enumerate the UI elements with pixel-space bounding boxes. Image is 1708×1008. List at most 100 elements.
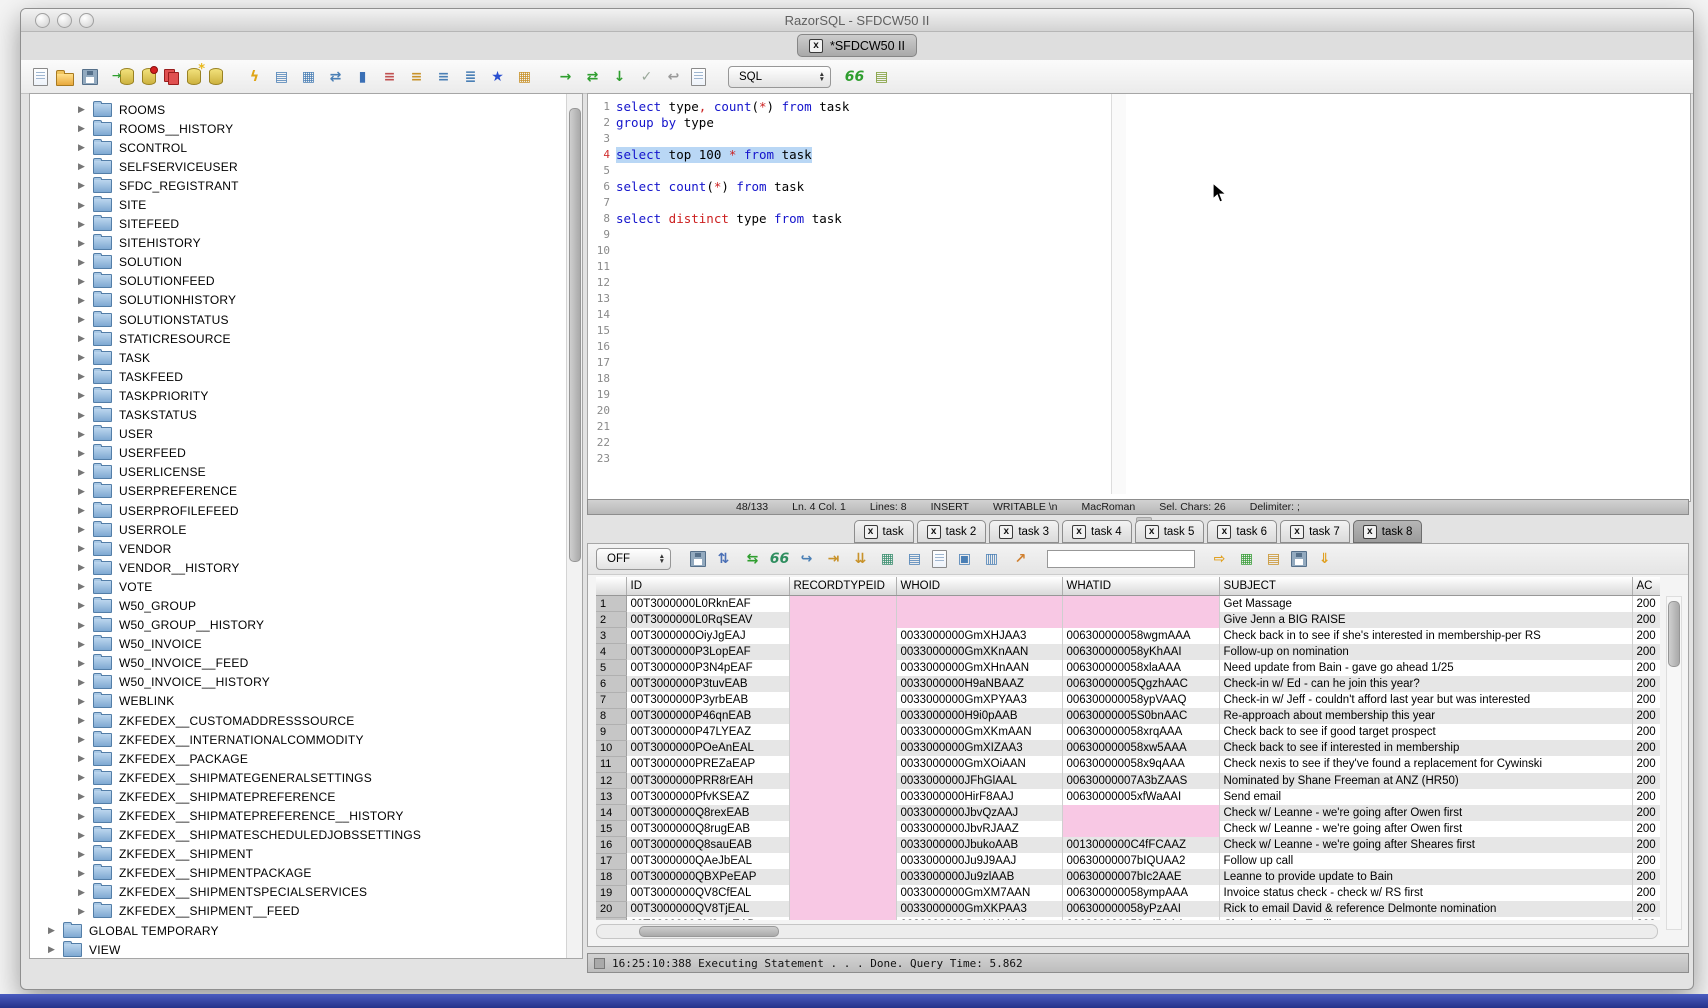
data-cell[interactable]: 006300000058yPzAAI [1062,901,1219,917]
disclosure-triangle-icon[interactable]: ▶ [78,868,93,879]
data-cell[interactable]: Follow up call [1219,853,1632,869]
column-header-RECORDTYPEID[interactable]: RECORDTYPEID [789,577,896,596]
data-cell[interactable]: 200 [1632,756,1660,772]
data-cell[interactable]: 00T3000000L0RknEAF [626,596,789,612]
disclosure-triangle-icon[interactable]: ▶ [78,161,93,172]
disclosure-triangle-icon[interactable]: ▶ [78,410,93,421]
sidebar-item-solutionstatus[interactable]: ▶SOLUTIONSTATUS [30,310,566,329]
data-cell[interactable]: Invoice status check - check w/ RS first [1219,885,1632,901]
close-tab-icon[interactable]: x [864,525,878,539]
data-cell[interactable]: 00630000007bIc2AAE [1062,869,1219,885]
data-cell[interactable]: 006300000058xlaAAA [1062,660,1219,676]
sidebar-item-zkfedex-shipmatescheduledjobssettings[interactable]: ▶ZKFEDEX__SHIPMATESCHEDULEDJOBSSETTINGS [30,826,566,845]
data-cell[interactable]: Check w/ Leanne - we're going after Shea… [1219,837,1632,853]
format-sql-icon[interactable]: ≣ [461,67,480,86]
data-cell[interactable]: 200 [1632,789,1660,805]
column-header-ID[interactable]: ID [626,577,789,596]
row-number-cell[interactable]: 21 [596,917,626,920]
data-cell[interactable]: 0013000000C4fFCAAZ [1062,837,1219,853]
sidebar-item-w50-group[interactable]: ▶W50_GROUP [30,596,566,615]
edit-mode-icon[interactable]: ↪ [797,550,816,569]
sidebar-item-zkfedex-shipmentspecialservices[interactable]: ▶ZKFEDEX__SHIPMENTSPECIALSERVICES [30,883,566,902]
sidebar-item-zkfedex-shipmentpackage[interactable]: ▶ZKFEDEX__SHIPMENTPACKAGE [30,864,566,883]
sidebar-item-weblink[interactable]: ▶WEBLINK [30,692,566,711]
null-cell[interactable] [789,853,896,869]
null-cell[interactable] [789,692,896,708]
sidebar-item-userfeed[interactable]: ▶USERFEED [30,444,566,463]
disclosure-triangle-icon[interactable]: ▶ [78,314,93,325]
disclosure-triangle-icon[interactable]: ▶ [78,505,93,516]
sidebar-item-solutionhistory[interactable]: ▶SOLUTIONHISTORY [30,291,566,310]
row-number-cell[interactable]: 13 [596,789,626,805]
data-cell[interactable]: 00T3000000OiyJgEAJ [626,628,789,644]
result-tab-task[interactable]: xtask [854,520,914,543]
sql-editor[interactable]: 1select type, count(*) from task2group b… [587,93,1691,502]
fetch-more-icon[interactable]: ↓ [610,67,629,86]
null-cell[interactable] [896,596,1062,612]
row-number-cell[interactable]: 4 [596,644,626,660]
disclosure-triangle-icon[interactable]: ▶ [78,333,93,344]
close-tab-icon[interactable]: x [1217,525,1231,539]
null-cell[interactable] [789,901,896,917]
data-cell[interactable]: 00T3000000P3yrbEAB [626,692,789,708]
sidebar-item-solution[interactable]: ▶SOLUTION [30,253,566,272]
null-cell[interactable] [1062,805,1219,821]
sidebar-item-w50-group-history[interactable]: ▶W50_GROUP__HISTORY [30,616,566,635]
tree-scrollbar[interactable] [566,94,582,958]
disclosure-triangle-icon[interactable]: ▶ [78,295,93,306]
data-cell[interactable]: 200 [1632,644,1660,660]
data-cell[interactable]: Check w/ Leanne - we're going after Owen… [1219,805,1632,821]
disclosure-triangle-icon[interactable]: ▶ [78,677,93,688]
row-number-cell[interactable]: 8 [596,708,626,724]
sidebar-item-w50-invoice[interactable]: ▶W50_INVOICE [30,635,566,654]
null-cell[interactable] [789,724,896,740]
data-cell[interactable]: 00T3000000QV8wsEAD [626,917,789,920]
data-cell[interactable]: 0033000000Ju9zlAAB [896,869,1062,885]
close-connection-icon[interactable]: x [809,39,823,53]
reload-grid-icon[interactable]: ▦ [878,550,897,569]
sort-rows-icon[interactable]: ⇊ [851,550,870,569]
close-tab-icon[interactable]: x [1145,525,1159,539]
data-cell[interactable]: Check nexis to see if they've found a re… [1219,756,1632,772]
sidebar-item-zkfedex-internationalcommodity[interactable]: ▶ZKFEDEX__INTERNATIONALCOMMODITY [30,730,566,749]
disclosure-triangle-icon[interactable]: ▶ [78,524,93,535]
data-cell[interactable]: Nominated by Shane Freeman at ANZ (HR50) [1219,773,1632,789]
disclosure-triangle-icon[interactable]: ▶ [78,734,93,745]
results-hscrollbar-thumb[interactable] [639,926,779,937]
sidebar-item-sitehistory[interactable]: ▶SITEHISTORY [30,234,566,253]
tree-scrollbar-thumb[interactable] [569,108,581,562]
disclosure-triangle-icon[interactable]: ▶ [78,811,93,822]
row-number-cell[interactable]: 11 [596,756,626,772]
sidebar-item-solutionfeed[interactable]: ▶SOLUTIONFEED [30,272,566,291]
data-cell[interactable]: Leanne to provide update to Bain [1219,869,1632,885]
export-download-icon[interactable]: ⇓ [1315,550,1334,569]
data-cell[interactable]: 0033000000GmXIZAA3 [896,740,1062,756]
close-tab-icon[interactable]: x [1290,525,1304,539]
data-cell[interactable]: 00T3000000QV8TjEAL [626,901,789,917]
row-number-cell[interactable]: 10 [596,740,626,756]
data-cell[interactable]: 0033000000Ju9J9AAJ [896,853,1062,869]
data-cell[interactable]: 00630000005QgzhAAC [1062,676,1219,692]
data-cell[interactable]: 00T3000000Q8rexEAB [626,805,789,821]
disclosure-triangle-icon[interactable]: ▶ [78,429,93,440]
data-cell[interactable]: Rick to email David & reference Delmonte… [1219,901,1632,917]
null-cell[interactable] [896,612,1062,628]
export-results-icon[interactable]: ≡ [407,67,426,86]
disclosure-triangle-icon[interactable]: ▶ [78,696,93,707]
result-tab-task-7[interactable]: xtask 7 [1280,520,1350,543]
open-file-icon[interactable] [56,73,74,86]
data-cell[interactable]: 00T3000000PRR8rEAH [626,773,789,789]
data-cell[interactable]: 0033000000GmXHJAA3 [896,628,1062,644]
data-cell[interactable]: 00T3000000QBXPeEAP [626,869,789,885]
sidebar-item-vendor-history[interactable]: ▶VENDOR__HISTORY [30,558,566,577]
editor-scrollbar[interactable] [1111,94,1126,494]
disclosure-triangle-icon[interactable]: ▶ [78,104,93,115]
view-contents-icon[interactable]: ≡ [380,67,399,86]
disclosure-triangle-icon[interactable]: ▶ [78,180,93,191]
execute-sql-icon[interactable]: ϟ [245,67,264,86]
sidebar-item-taskstatus[interactable]: ▶TASKSTATUS [30,406,566,425]
row-number-cell[interactable]: 20 [596,901,626,917]
sidebar-item-zkfedex-shipmategeneralsettings[interactable]: ▶ZKFEDEX__SHIPMATEGENERALSETTINGS [30,768,566,787]
db-tools-icon[interactable] [209,68,223,85]
row-number-cell[interactable]: 9 [596,724,626,740]
